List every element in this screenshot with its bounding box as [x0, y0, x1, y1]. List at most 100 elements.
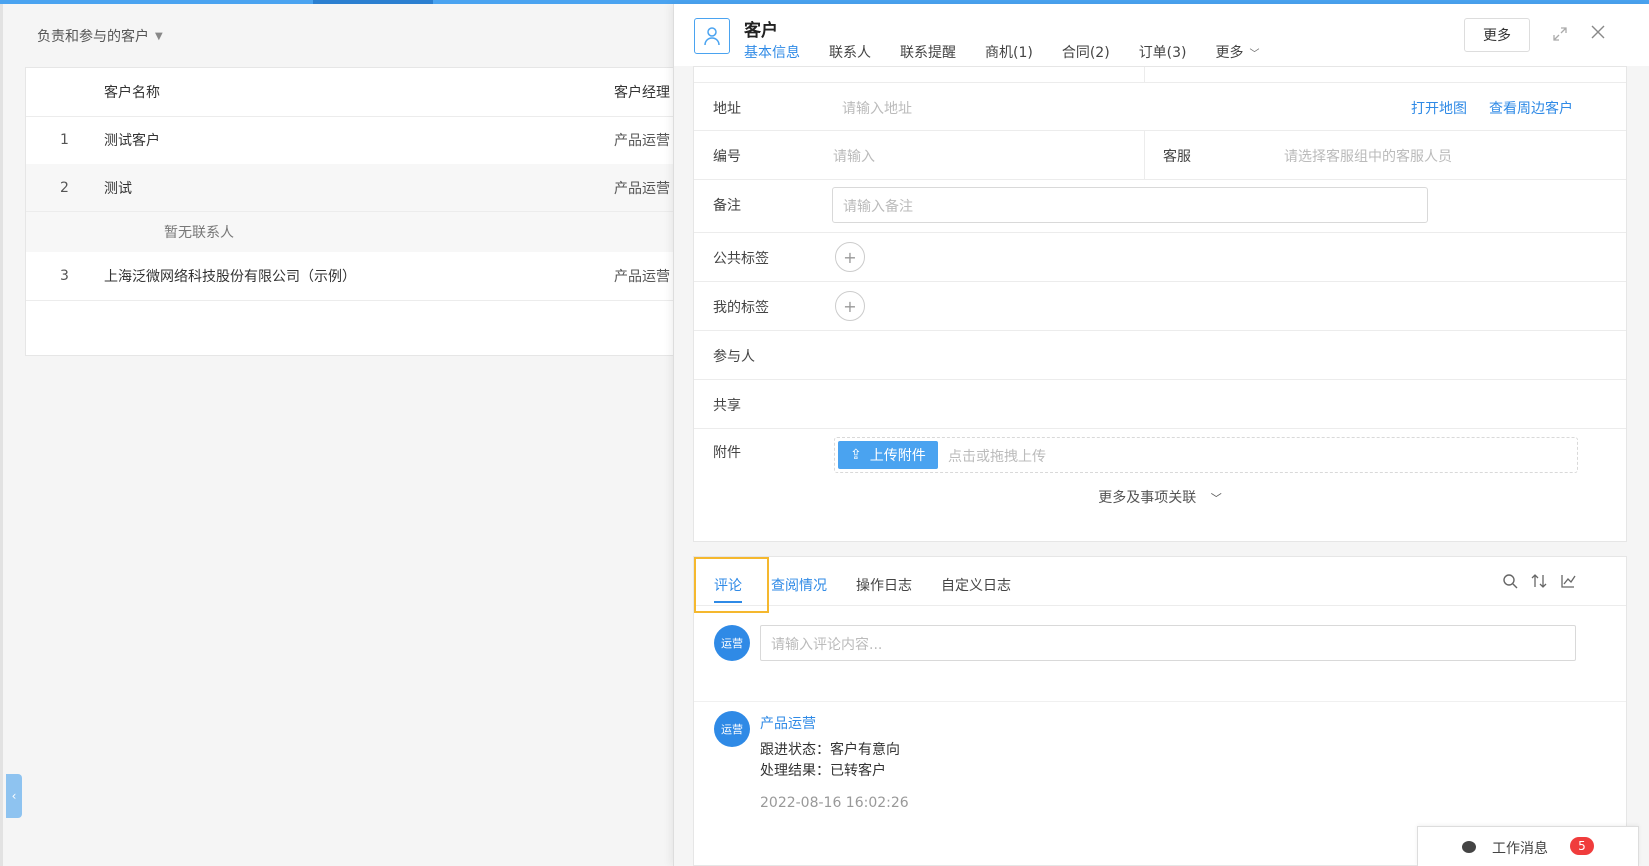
customer-manager: 产品运营	[614, 180, 670, 197]
address-label: 地址	[713, 101, 741, 117]
tab-opportunities[interactable]: 商机(1)	[985, 42, 1033, 68]
upload-dropzone[interactable]: ⇪ 上传附件 点击或拖拽上传	[834, 437, 1578, 473]
tab-contact-reminders[interactable]: 联系提醒	[900, 42, 956, 68]
my-tags-label: 我的标签	[713, 300, 769, 316]
participants-label: 参与人	[713, 349, 755, 365]
chart-icon[interactable]	[1560, 573, 1578, 591]
form-row-my-tags: 我的标签 +	[694, 282, 1626, 331]
comment-input[interactable]: 请输入评论内容...	[760, 625, 1576, 661]
tab-basic-info[interactable]: 基本信息	[744, 42, 800, 68]
tab-views[interactable]: 查阅情况	[771, 575, 827, 595]
avatar: 运营	[714, 711, 750, 747]
column-header-name: 客户名称	[104, 85, 160, 101]
column-divider	[1144, 131, 1145, 180]
service-select[interactable]: 请选择客服组中的客服人员	[1284, 146, 1452, 166]
code-input[interactable]: 请输入	[833, 146, 875, 166]
form-row-attachment: 附件 ⇪ 上传附件 点击或拖拽上传	[694, 429, 1626, 478]
comment-author[interactable]: 产品运营	[760, 713, 816, 733]
plus-icon: +	[843, 247, 857, 267]
expand-icon[interactable]	[1552, 26, 1570, 44]
upload-attachment-button[interactable]: ⇪ 上传附件	[838, 441, 938, 469]
form-row-code: 编号 请输入 客服 请选择客服组中的客服人员	[694, 131, 1626, 180]
tab-contacts[interactable]: 联系人	[829, 42, 871, 68]
comment-text-line: 跟进状态：客户有意向	[760, 742, 900, 758]
code-label: 编号	[713, 149, 741, 165]
more-association-toggle[interactable]: 更多及事项关联 ﹀	[694, 487, 1626, 507]
chevron-down-icon: ﹀	[1249, 49, 1260, 60]
customer-name[interactable]: 测试客户	[104, 130, 160, 150]
filter-label: 负责和参与的客户	[37, 29, 149, 45]
row-number: 1	[60, 132, 69, 148]
column-divider	[1144, 67, 1145, 83]
customer-manager: 产品运营	[614, 269, 670, 285]
comment-text-line: 处理结果：已转客户	[760, 763, 886, 779]
unread-count-badge: 5	[1570, 837, 1594, 855]
remark-placeholder: 请输入备注	[843, 199, 913, 215]
comment-timestamp: 2022-08-16 16:02:26	[760, 795, 909, 811]
address-input[interactable]: 请输入地址	[842, 98, 912, 118]
form-row-share: 共享	[694, 380, 1626, 429]
chevron-down-icon: ﹀	[1210, 492, 1222, 505]
add-public-tag-button[interactable]: +	[835, 242, 865, 272]
work-message-button[interactable]: 工作消息 5	[1417, 826, 1639, 866]
plus-icon: +	[843, 296, 857, 316]
customer-user-icon	[694, 18, 730, 54]
share-label: 共享	[713, 398, 741, 414]
form-row-participants: 参与人	[694, 331, 1626, 380]
detail-tabs: 基本信息 联系人 联系提醒 商机(1) 合同(2) 订单(3) 更多 ﹀	[744, 42, 1289, 68]
upload-hint: 点击或拖拽上传	[948, 449, 1046, 465]
tab-custom-log[interactable]: 自定义日志	[941, 575, 1011, 595]
comment-panel: 评论 查阅情况 操作日志 自定义日志 运营 请输入评论内容... 运营 产品运营…	[693, 556, 1627, 866]
customer-table: 客户名称 客户经理 1 测试客户 产品运营 2 测试 产品运营 暂无联系人 3 …	[25, 67, 686, 356]
tab-more[interactable]: 更多 ﹀	[1216, 42, 1260, 68]
form-row-public-tags: 公共标签 +	[694, 233, 1626, 282]
work-message-label: 工作消息	[1492, 841, 1548, 857]
column-header-manager: 客户经理	[614, 85, 670, 101]
customer-name[interactable]: 测试	[104, 178, 132, 198]
more-button[interactable]: 更多	[1464, 18, 1530, 52]
comment-placeholder: 请输入评论内容...	[771, 637, 883, 653]
row-number: 3	[60, 268, 69, 284]
service-label: 客服	[1163, 149, 1191, 165]
tab-contracts[interactable]: 合同(2)	[1062, 42, 1110, 68]
customer-filter-dropdown[interactable]: 负责和参与的客户 ▼	[37, 26, 163, 46]
basic-info-form: 地址 请输入地址 打开地图 查看周边客户 编号 请输入 客服 请选择客服组中的客…	[693, 66, 1627, 542]
more-association-label: 更多及事项关联	[1098, 490, 1197, 506]
caret-down-icon: ▼	[155, 30, 163, 42]
comment-divider	[694, 701, 1626, 702]
chevron-left-icon: ‹	[11, 789, 17, 803]
form-row-top-partial	[694, 67, 1626, 83]
avatar: 运营	[714, 625, 750, 661]
drawer-title: 客户	[744, 21, 778, 41]
upload-button-label: 上传附件	[869, 448, 926, 464]
open-map-link[interactable]: 打开地图	[1411, 98, 1467, 118]
tab-more-label: 更多	[1215, 45, 1244, 61]
form-row-remark: 备注 请输入备注	[694, 180, 1626, 233]
customer-manager: 产品运营	[614, 133, 670, 149]
public-tags-label: 公共标签	[713, 251, 769, 267]
table-row[interactable]: 1 测试客户 产品运营	[26, 116, 686, 165]
remark-label: 备注	[713, 198, 741, 214]
table-row[interactable]: 2 测试 产品运营	[26, 164, 686, 212]
table-row[interactable]: 3 上海泛微网络科技股份有限公司（示例） 产品运营	[26, 252, 686, 301]
customer-detail-drawer: 客户 基本信息 联系人 联系提醒 商机(1) 合同(2) 订单(3) 更多 ﹀ 更…	[673, 4, 1649, 866]
sort-icon[interactable]	[1531, 573, 1549, 591]
tab-operation-log[interactable]: 操作日志	[856, 575, 912, 595]
form-row-address: 地址 请输入地址 打开地图 查看周边客户	[694, 83, 1626, 131]
row-number: 2	[60, 179, 69, 196]
add-my-tag-button[interactable]: +	[835, 291, 865, 321]
chat-bubble-icon	[1462, 841, 1476, 853]
close-icon[interactable]	[1590, 24, 1608, 42]
drawer-header: 客户 基本信息 联系人 联系提醒 商机(1) 合同(2) 订单(3) 更多 ﹀ 更…	[674, 4, 1649, 68]
attachment-label: 附件	[713, 445, 741, 461]
upload-icon: ⇪	[850, 447, 862, 463]
tab-orders[interactable]: 订单(3)	[1139, 42, 1187, 68]
no-contact-text: 暂无联系人	[164, 225, 234, 241]
search-icon[interactable]	[1502, 573, 1520, 591]
collapse-handle[interactable]: ‹	[6, 774, 22, 818]
customer-list-panel: 负责和参与的客户 ▼ 客户名称 客户经理 1 测试客户 产品运营 2 测试 产品…	[0, 4, 686, 866]
nearby-customers-link[interactable]: 查看周边客户	[1489, 98, 1573, 118]
customer-name[interactable]: 上海泛微网络科技股份有限公司（示例）	[104, 266, 356, 286]
remark-textarea[interactable]: 请输入备注	[832, 187, 1428, 223]
table-header: 客户名称 客户经理	[26, 68, 686, 117]
